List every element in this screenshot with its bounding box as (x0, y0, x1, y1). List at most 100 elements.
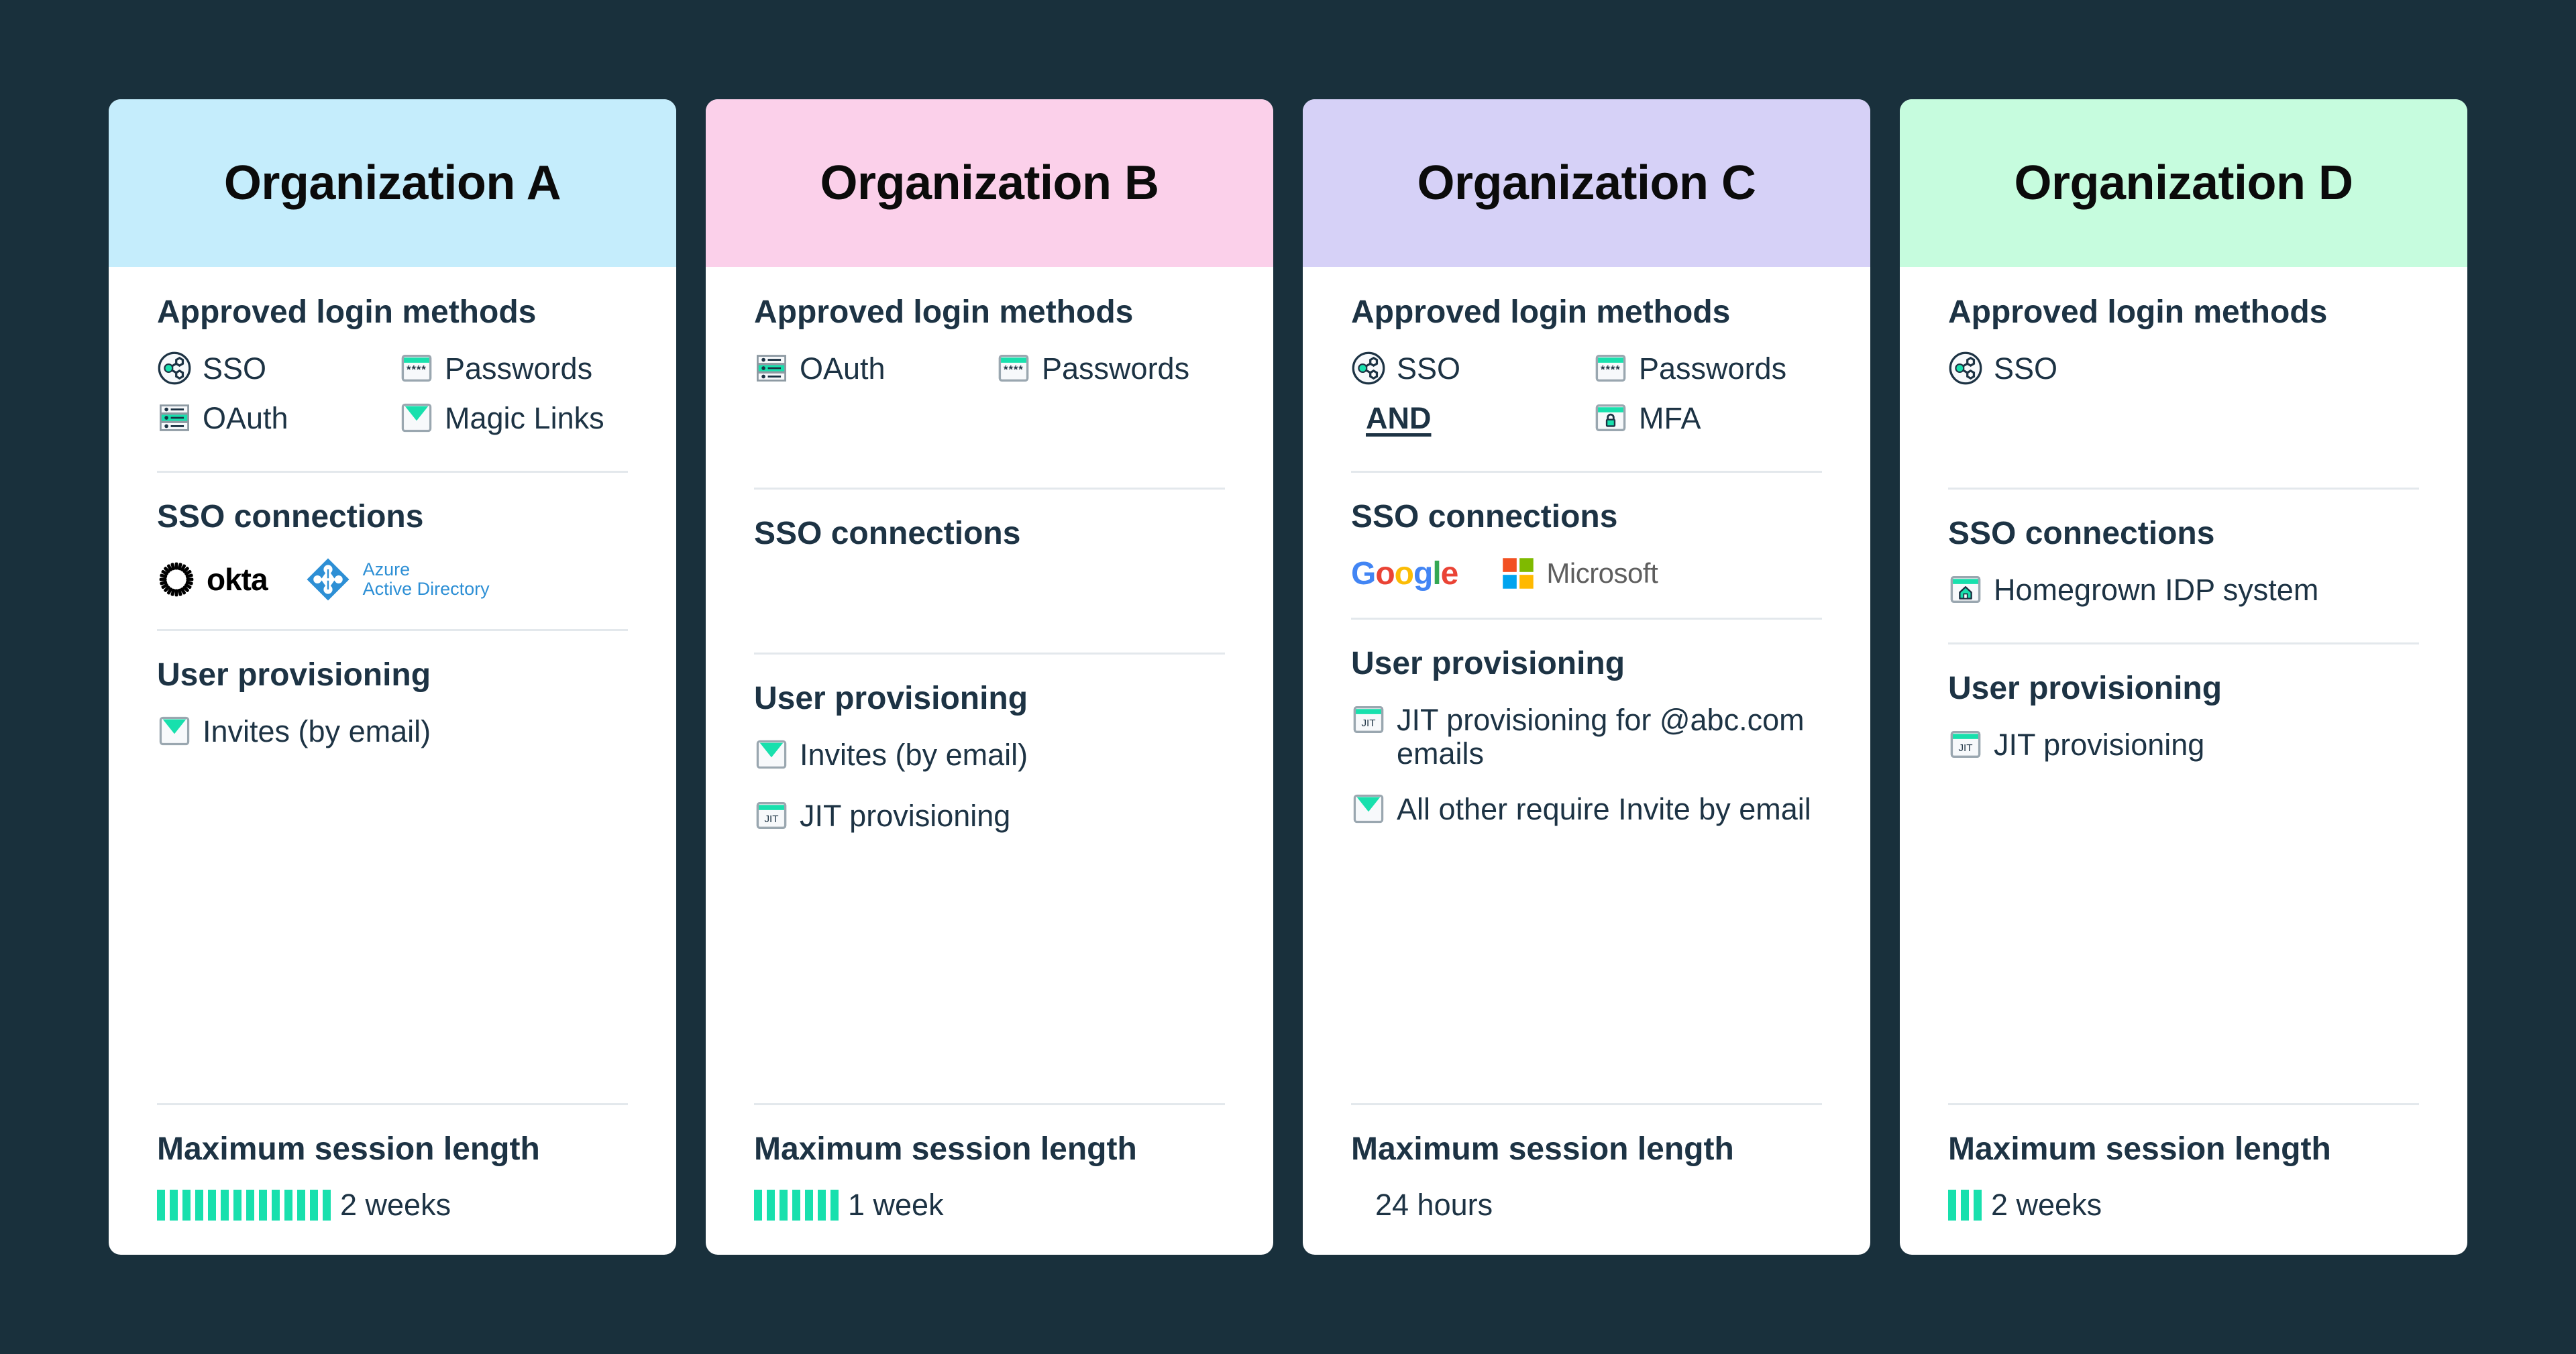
section-title-login-methods: Approved login methods (1351, 294, 1731, 330)
org-card-c: Organization C Approved login methods SS… (1303, 99, 1870, 1255)
login-method-passwords[interactable]: **** Passwords (399, 351, 628, 386)
sso-icon (1352, 351, 1385, 385)
login-method-passwords[interactable]: **** Passwords (996, 351, 1225, 386)
session-length-row-d: 2 weeks (1948, 1188, 2419, 1223)
session-bar (792, 1190, 800, 1221)
provisioning-jit[interactable]: JIT JIT provisioning (1948, 727, 2419, 762)
login-method-label: SSO (203, 351, 267, 386)
svg-text:****: **** (1601, 364, 1621, 376)
section-title-sso-connections: SSO connections (157, 498, 424, 534)
login-method-label: SSO (1994, 351, 2058, 386)
section-title-user-provisioning: User provisioning (157, 657, 431, 693)
session-bar (157, 1190, 165, 1221)
card-title-d: Organization D (2014, 156, 2353, 210)
svg-text:JIT: JIT (764, 813, 778, 825)
login-method-sso[interactable]: SSO (1351, 351, 1580, 386)
section-sso-connections-b: SSO connections (754, 515, 1225, 636)
section-sso-connections-c: SSO connections Google Microsoft (1351, 498, 1822, 592)
provisioning-label: JIT provisioning for @abc.com emails (1397, 702, 1805, 771)
session-length-value: 2 weeks (340, 1188, 451, 1222)
session-length-row-c: 24 hours (1351, 1188, 1822, 1223)
section-login-methods-c: Approved login methods SSO **** Password… (1351, 294, 1822, 436)
session-bar (208, 1190, 216, 1221)
session-bar (182, 1190, 191, 1221)
and-operator: AND (1366, 401, 1432, 436)
session-length-bars (1948, 1190, 1982, 1221)
card-body-c: Approved login methods SSO **** Password… (1303, 267, 1870, 1255)
section-title-max-session: Maximum session length (1351, 1131, 1734, 1167)
section-title-user-provisioning: User provisioning (1948, 670, 2222, 706)
card-title-c: Organization C (1417, 156, 1756, 210)
card-body-b: Approved login methods OAuth **** Passwo… (706, 267, 1273, 1255)
comparison-board: Organization A Approved login methods SS… (0, 0, 2576, 1354)
login-method-magic-links[interactable]: Magic Links (399, 400, 628, 435)
card-header-b: Organization B (706, 99, 1273, 267)
session-bar (1961, 1190, 1969, 1221)
azure-ad-line1: Azure (362, 559, 411, 580)
session-bar (195, 1190, 203, 1221)
section-title-sso-connections: SSO connections (1948, 516, 2215, 552)
session-bar (272, 1190, 280, 1221)
session-length-row-a: 2 weeks (157, 1188, 628, 1223)
login-method-mfa[interactable]: MFA (1593, 400, 1822, 435)
section-title-user-provisioning: User provisioning (754, 681, 1028, 717)
provisioning-jit[interactable]: JIT JIT provisioning (754, 798, 1225, 833)
section-title-login-methods: Approved login methods (754, 294, 1134, 330)
org-card-a: Organization A Approved login methods SS… (109, 99, 676, 1255)
sso-connection-okta[interactable]: okta (157, 560, 268, 599)
homegrown-idp-icon (1950, 576, 1981, 604)
svg-text:****: **** (1004, 364, 1024, 376)
session-bar (754, 1190, 762, 1221)
session-length-bars (157, 1190, 331, 1221)
login-method-oauth[interactable]: OAuth (754, 351, 983, 386)
section-user-provisioning-c: User provisioning JIT JIT provisioning f… (1351, 645, 1822, 826)
sso-connection-google[interactable]: Google (1351, 555, 1458, 592)
magic-links-icon (1353, 794, 1384, 823)
login-method-label: OAuth (800, 351, 885, 386)
provisioning-label: JIT provisioning (800, 798, 1011, 833)
org-card-b: Organization B Approved login methods OA… (706, 99, 1273, 1255)
provisioning-invites[interactable]: Invites (by email) (754, 737, 1225, 772)
session-bar (323, 1190, 331, 1221)
provisioning-invites[interactable]: All other require Invite by email (1351, 791, 1822, 826)
magic-links-icon (756, 740, 787, 769)
login-method-passwords[interactable]: **** Passwords (1593, 351, 1822, 386)
login-method-sso[interactable]: SSO (1948, 351, 2419, 386)
sso-connection-microsoft[interactable]: Microsoft (1501, 556, 1658, 591)
session-bar (1948, 1190, 1956, 1221)
section-max-session-b: Maximum session length 1 week (754, 1131, 1225, 1223)
okta-wordmark: okta (207, 561, 268, 597)
login-method-oauth[interactable]: OAuth (157, 400, 386, 435)
section-title-max-session: Maximum session length (1948, 1131, 2331, 1167)
azure-ad-wordmark: Azure Active Directory (363, 560, 490, 598)
section-title-max-session: Maximum session length (754, 1131, 1137, 1167)
sso-connection-azure-ad[interactable]: Azure Active Directory (304, 555, 490, 604)
provisioning-invites[interactable]: Invites (by email) (157, 714, 628, 748)
jit-icon: JIT (1353, 706, 1384, 733)
sso-connections-list-a: okta Azure Active Directory (157, 555, 628, 604)
card-body-d: Approved login methods SSO SSO connectio (1900, 267, 2467, 1255)
section-title-login-methods: Approved login methods (157, 294, 537, 330)
sso-connection-label: Homegrown IDP system (1994, 573, 2319, 608)
login-methods-grid-a: SSO **** Passwords OAuth Magic Links (157, 351, 628, 436)
passwords-icon: **** (401, 354, 432, 382)
provisioning-jit[interactable]: JIT JIT provisioning for @abc.com emails (1351, 702, 1822, 771)
mfa-icon (1595, 404, 1626, 432)
passwords-icon: **** (998, 354, 1029, 382)
login-method-label: Passwords (1639, 351, 1787, 386)
provisioning-label: All other require Invite by email (1397, 791, 1811, 826)
section-title-login-methods: Approved login methods (1948, 294, 2328, 330)
sso-icon (158, 351, 191, 385)
section-max-session-c: Maximum session length 24 hours (1351, 1131, 1822, 1223)
azure-active-directory-logo (307, 558, 350, 601)
sso-connection-homegrown-idp[interactable]: Homegrown IDP system (1948, 572, 2419, 607)
login-method-sso[interactable]: SSO (157, 351, 386, 386)
provisioning-label: JIT provisioning (1994, 727, 2205, 762)
login-method-label: MFA (1639, 401, 1701, 436)
section-sso-connections-a: SSO connections okta Azure Active Direct… (157, 498, 628, 604)
section-login-methods-d: Approved login methods SSO (1948, 294, 2419, 386)
session-bar (170, 1190, 178, 1221)
sso-connections-list-b (754, 572, 1225, 636)
session-bar (297, 1190, 305, 1221)
oauth-icon (757, 355, 786, 382)
